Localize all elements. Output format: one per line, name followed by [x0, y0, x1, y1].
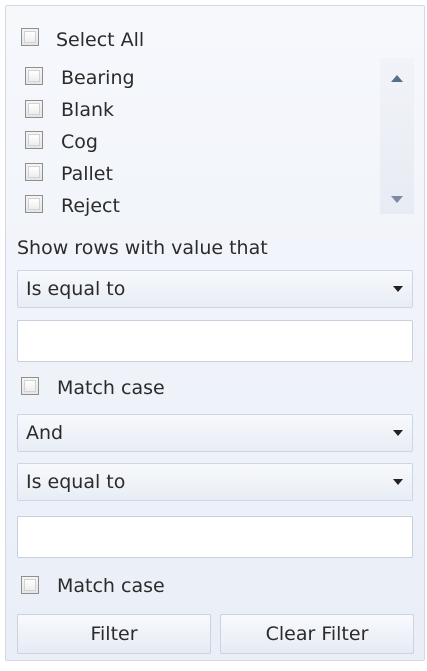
- clear-filter-button[interactable]: Clear Filter: [220, 614, 414, 654]
- filter-button[interactable]: Filter: [17, 614, 211, 654]
- value-checkbox-reject[interactable]: [25, 195, 43, 213]
- chevron-down-icon: [393, 479, 403, 485]
- filter2-operator-value: Is equal to: [26, 471, 126, 493]
- value-label-blank: Blank: [61, 99, 115, 121]
- scroll-up-arrow-icon[interactable]: [391, 75, 403, 82]
- value-checkbox-pallet[interactable]: [25, 163, 43, 181]
- value-label-pallet: Pallet: [61, 163, 113, 185]
- filter2-value-input[interactable]: [17, 516, 413, 558]
- filter1-match-case-label: Match case: [57, 377, 165, 399]
- condition-heading: Show rows with value that: [17, 237, 268, 259]
- value-checkbox-bearing[interactable]: [25, 67, 43, 85]
- value-label-reject: Reject: [61, 195, 120, 217]
- value-checkbox-cog[interactable]: [25, 131, 43, 149]
- filter2-operator-dropdown[interactable]: Is equal to: [17, 463, 413, 501]
- chevron-down-icon: [393, 430, 403, 436]
- filter1-value-input[interactable]: [17, 320, 413, 362]
- filter1-operator-value: Is equal to: [26, 278, 126, 300]
- value-checkbox-blank[interactable]: [25, 100, 43, 118]
- logical-operator-value: And: [26, 422, 64, 444]
- filter1-match-case-checkbox[interactable]: [21, 377, 39, 395]
- value-label-cog: Cog: [61, 131, 98, 153]
- filter2-match-case-label: Match case: [57, 575, 165, 597]
- select-all-label: Select All: [56, 29, 145, 51]
- scroll-down-arrow-icon[interactable]: [391, 196, 403, 203]
- filter1-operator-dropdown[interactable]: Is equal to: [17, 270, 413, 308]
- logical-operator-dropdown[interactable]: And: [17, 414, 413, 452]
- value-label-bearing: Bearing: [61, 67, 135, 89]
- values-scrollbar[interactable]: [380, 58, 414, 214]
- select-all-checkbox[interactable]: [21, 28, 39, 46]
- filter2-match-case-checkbox[interactable]: [21, 576, 39, 594]
- chevron-down-icon: [393, 286, 403, 292]
